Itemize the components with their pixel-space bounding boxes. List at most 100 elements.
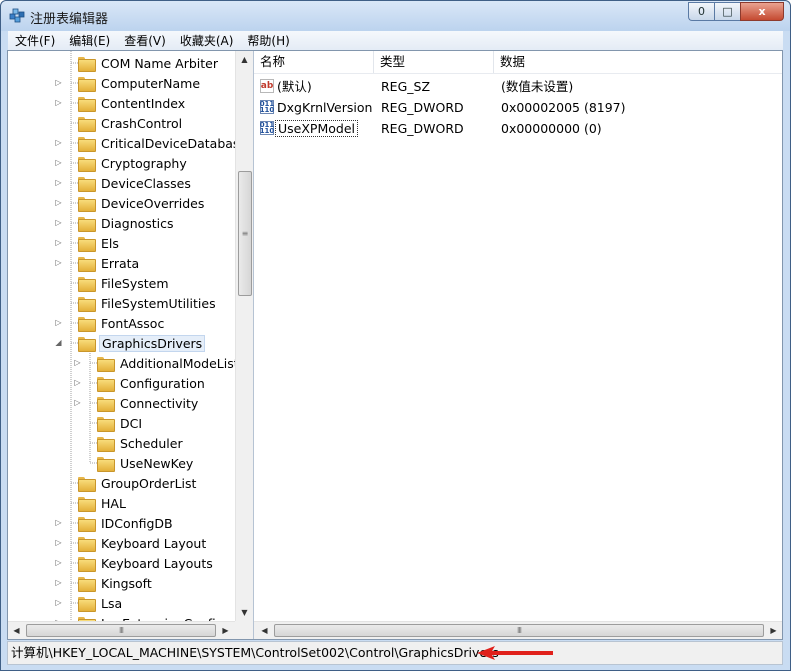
tree-item[interactable]: FileSystem bbox=[78, 273, 171, 293]
folder-icon bbox=[78, 216, 96, 232]
tree-item-label: Connectivity bbox=[120, 395, 199, 411]
tree-item[interactable]: ▷ FontAssoc bbox=[55, 313, 166, 333]
tree-item[interactable]: CrashControl bbox=[78, 113, 184, 133]
tree-item[interactable]: GroupOrderList bbox=[78, 473, 198, 493]
expand-arrow-icon[interactable]: ▷ bbox=[54, 218, 63, 227]
folder-icon bbox=[78, 476, 96, 492]
menu-favorites[interactable]: 收藏夹(A) bbox=[173, 31, 241, 51]
tree-item[interactable]: ▷ Errata bbox=[55, 253, 141, 273]
tree-horizontal-scrollbar[interactable]: ◀ III ▶ bbox=[8, 621, 235, 639]
column-header-data[interactable]: 数据 bbox=[494, 51, 782, 73]
close-button[interactable]: x bbox=[740, 2, 784, 21]
expand-arrow-icon[interactable]: ▷ bbox=[54, 518, 63, 527]
expand-arrow-icon[interactable]: ▷ bbox=[54, 578, 63, 587]
tree-item[interactable]: ▷ ContentIndex bbox=[55, 93, 187, 113]
scroll-left-arrow-icon[interactable]: ◀ bbox=[256, 622, 273, 639]
menu-bar: 文件(F) 编辑(E) 查看(V) 收藏夹(A) 帮助(H) bbox=[8, 31, 783, 51]
scroll-up-arrow-icon[interactable]: ▲ bbox=[236, 51, 253, 68]
tree-item[interactable]: ▷ DeviceClasses bbox=[55, 173, 193, 193]
folder-icon bbox=[97, 416, 115, 432]
expand-arrow-icon[interactable]: ▷ bbox=[54, 558, 63, 567]
value-row[interactable]: ab (默认) REG_SZ (数值未设置) bbox=[254, 76, 782, 97]
folder-icon bbox=[78, 56, 96, 72]
menu-file[interactable]: 文件(F) bbox=[8, 31, 62, 51]
tree-item-label: FileSystemUtilities bbox=[101, 295, 216, 311]
tree-item[interactable]: ▷ Connectivity bbox=[74, 393, 200, 413]
tree-item[interactable]: ▷ Kingsoft bbox=[55, 573, 154, 593]
tree-item-label: DeviceClasses bbox=[101, 175, 191, 191]
tree-item[interactable]: ▷ Configuration bbox=[74, 373, 207, 393]
menu-edit[interactable]: 编辑(E) bbox=[62, 31, 117, 51]
folder-icon bbox=[78, 96, 96, 112]
scroll-left-arrow-icon[interactable]: ◀ bbox=[8, 622, 25, 639]
values-horizontal-scrollbar[interactable]: ◀ III ▶ bbox=[254, 621, 782, 639]
expand-arrow-icon[interactable]: ▷ bbox=[73, 378, 82, 387]
tree-item-label: Diagnostics bbox=[101, 215, 174, 231]
tree-item[interactable]: ▷ Lsa bbox=[55, 593, 124, 613]
tree-item[interactable]: ▷ CriticalDeviceDatabase bbox=[55, 133, 249, 153]
values-hscroll-thumb[interactable]: III bbox=[274, 624, 764, 637]
expand-arrow-icon[interactable]: ▷ bbox=[54, 598, 63, 607]
tree-item[interactable]: COM Name Arbiter bbox=[78, 53, 220, 73]
tree-item[interactable]: ▷ Keyboard Layout bbox=[55, 533, 208, 553]
expand-arrow-icon[interactable]: ▷ bbox=[54, 238, 63, 247]
window-title: 注册表编辑器 bbox=[30, 12, 109, 27]
folder-icon bbox=[78, 176, 96, 192]
value-name: (默认) bbox=[277, 79, 312, 94]
folder-icon bbox=[78, 516, 96, 532]
value-row[interactable]: 011 110 UseXPModel REG_DWORD 0x00000000 (… bbox=[254, 118, 782, 139]
tree-item-label: GroupOrderList bbox=[101, 475, 197, 491]
value-name: UseXPModel bbox=[275, 120, 358, 137]
tree-item[interactable]: ◢ GraphicsDrivers bbox=[55, 333, 206, 353]
tree-item[interactable]: FileSystemUtilities bbox=[78, 293, 218, 313]
values-pane: 名称 类型 数据 ab (默认) REG_SZ (数值未设置) 011 110 D… bbox=[254, 51, 782, 639]
scroll-corner bbox=[235, 621, 253, 639]
folder-icon bbox=[78, 296, 96, 312]
tree-item-label: Kingsoft bbox=[101, 575, 152, 591]
expand-arrow-icon[interactable]: ▷ bbox=[73, 398, 82, 407]
expand-arrow-icon[interactable]: ▷ bbox=[54, 318, 63, 327]
column-header-type[interactable]: 类型 bbox=[374, 51, 494, 73]
collapse-arrow-icon[interactable]: ◢ bbox=[54, 338, 63, 347]
tree-item-label: FileSystem bbox=[101, 275, 169, 291]
expand-arrow-icon[interactable]: ▷ bbox=[73, 358, 82, 367]
tree-item[interactable]: ▷ AdditionalModeLists bbox=[74, 353, 247, 373]
expand-arrow-icon[interactable]: ▷ bbox=[54, 98, 63, 107]
scroll-right-arrow-icon[interactable]: ▶ bbox=[765, 622, 782, 639]
tree-item[interactable]: ▷ Els bbox=[55, 233, 121, 253]
tree-item[interactable]: DCI bbox=[97, 413, 144, 433]
tree-item[interactable]: HAL bbox=[78, 493, 128, 513]
tree-item[interactable]: Scheduler bbox=[97, 433, 185, 453]
expand-arrow-icon[interactable]: ▷ bbox=[54, 198, 63, 207]
expand-arrow-icon[interactable]: ▷ bbox=[54, 538, 63, 547]
tree-hscroll-thumb[interactable]: III bbox=[26, 624, 216, 637]
folder-icon bbox=[97, 396, 115, 412]
maximize-button[interactable]: □ bbox=[714, 2, 740, 21]
tree-scroll-thumb[interactable]: ≡ bbox=[238, 171, 252, 296]
tree-item[interactable]: ▷ Diagnostics bbox=[55, 213, 176, 233]
expand-arrow-icon[interactable]: ▷ bbox=[54, 78, 63, 87]
tree-item[interactable]: ▷ Cryptography bbox=[55, 153, 189, 173]
value-row[interactable]: 011 110 DxgKrnlVersion REG_DWORD 0x000020… bbox=[254, 97, 782, 118]
tree-item[interactable]: ▷ DeviceOverrides bbox=[55, 193, 206, 213]
menu-help[interactable]: 帮助(H) bbox=[240, 31, 296, 51]
tree-item[interactable]: UseNewKey bbox=[97, 453, 195, 473]
tree-item[interactable]: ▷ IDConfigDB bbox=[55, 513, 175, 533]
scroll-right-arrow-icon[interactable]: ▶ bbox=[217, 622, 234, 639]
scroll-down-arrow-icon[interactable]: ▼ bbox=[236, 604, 253, 621]
expand-arrow-icon[interactable]: ▷ bbox=[54, 138, 63, 147]
expand-arrow-icon[interactable]: ▷ bbox=[54, 178, 63, 187]
tree-vertical-scrollbar[interactable]: ▲ ≡ ▼ bbox=[235, 51, 253, 621]
tree-item[interactable]: ▷ Keyboard Layouts bbox=[55, 553, 215, 573]
folder-icon bbox=[97, 436, 115, 452]
tree-item[interactable]: ▷ ComputerName bbox=[55, 73, 202, 93]
header-divider bbox=[254, 73, 782, 74]
expand-arrow-icon[interactable]: ▷ bbox=[54, 258, 63, 267]
tree-item-label: Keyboard Layouts bbox=[101, 555, 213, 571]
expand-arrow-icon[interactable]: ▷ bbox=[54, 158, 63, 167]
menu-view[interactable]: 查看(V) bbox=[117, 31, 173, 51]
column-header-name[interactable]: 名称 bbox=[254, 51, 374, 73]
title-bar[interactable]: 注册表编辑器 0 □ x bbox=[1, 1, 790, 31]
folder-icon bbox=[78, 256, 96, 272]
minimize-button[interactable]: 0 bbox=[688, 2, 714, 21]
